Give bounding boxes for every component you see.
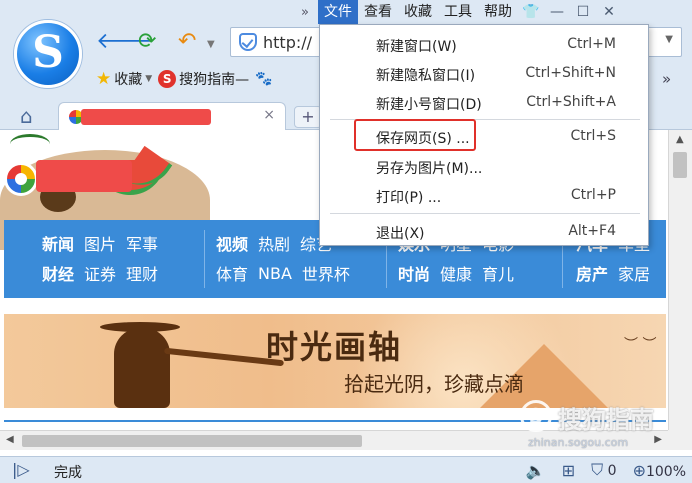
site-logo[interactable] (4, 162, 38, 196)
sogou-browser-logo[interactable]: S (14, 20, 82, 88)
menu-bar: » 文件 查看 收藏 工具 帮助 👕 — ☐ ✕ (292, 0, 622, 24)
home-icon[interactable]: ⌂ (20, 104, 33, 128)
save-page-highlight (354, 119, 476, 151)
site-name-redacted (36, 160, 132, 192)
bookmark-favorites[interactable]: ★ 收藏 ▼ (96, 69, 152, 89)
menu-help[interactable]: 帮助 (478, 0, 518, 24)
tab-title-redacted (81, 109, 211, 125)
menu-item-new-window[interactable]: 新建窗口(W) Ctrl+M (320, 31, 650, 57)
banner-subtitle: 拾起光阴，珍藏点滴 (344, 372, 524, 396)
file-menu-dropdown: 新建窗口(W) Ctrl+M 新建隐私窗口(I) Ctrl+Shift+N 新建… (319, 24, 649, 246)
sidebar-toggle-icon[interactable]: |▷ (12, 460, 30, 479)
person-silhouette (114, 328, 170, 408)
menu-separator (330, 213, 640, 214)
menu-item-print[interactable]: 打印(P) ... Ctrl+P (320, 182, 650, 208)
menu-overflow-icon[interactable]: » (292, 5, 318, 20)
nav-link[interactable]: 时尚 (398, 261, 430, 285)
sound-icon[interactable]: 🔈 (526, 461, 546, 480)
nav-link[interactable]: 军事 (126, 231, 158, 255)
menu-item-save-as-image[interactable]: 另存为图片(M)... (320, 153, 650, 179)
watermark-url: zhinan.sogou.com (528, 436, 629, 449)
shield-icon: ⛉ (591, 460, 604, 479)
bookmark-baidu[interactable]: 🐾 (255, 71, 272, 87)
close-button[interactable]: ✕ (596, 0, 622, 24)
bookmark-sogou-guide[interactable]: S 搜狗指南— (158, 69, 249, 89)
nav-link[interactable]: 视频 (216, 231, 248, 255)
watermark-logo: S (520, 400, 552, 432)
vertical-scrollbar[interactable]: ▲ (668, 130, 692, 430)
tab-active[interactable]: × (58, 102, 286, 130)
caret-down-icon: ▼ (145, 74, 153, 84)
undo-dropdown-icon[interactable]: ▼ (207, 33, 215, 57)
new-tab-button[interactable]: + (294, 106, 322, 128)
nav-link[interactable]: 图片 (84, 231, 116, 255)
menu-item-new-alt-window[interactable]: 新建小号窗口(D) Ctrl+Shift+A (320, 89, 650, 115)
status-text: 完成 (54, 465, 82, 481)
birds-icon: ︶ ︶ (624, 337, 657, 353)
zoom-control[interactable]: ⊕100% (633, 461, 686, 480)
menu-file[interactable]: 文件 (318, 0, 358, 24)
skin-icon[interactable]: 👕 (518, 0, 544, 24)
tab-close-icon[interactable]: × (263, 107, 275, 123)
address-dropdown-icon[interactable]: ▼ (665, 34, 673, 45)
sogou-icon: S (158, 70, 177, 88)
zoom-in-icon: ⊕ (632, 460, 646, 480)
nav-link[interactable]: 房产 (576, 261, 608, 285)
banner-title: 时光画轴 (266, 328, 403, 366)
leaf-decoration (10, 134, 50, 154)
nav-group-news: 新闻 图片 军事 财经 证券 理财 (42, 228, 158, 288)
nav-link[interactable]: 新闻 (42, 231, 74, 255)
scroll-left-icon[interactable]: ◀ (6, 434, 14, 445)
vertical-scroll-thumb[interactable] (673, 152, 687, 178)
maximize-button[interactable]: ☐ (570, 0, 596, 24)
sogou-guide-watermark: S 搜狗指南 zhinan.sogou.com (520, 394, 670, 449)
nav-link[interactable]: 家居 (618, 261, 650, 285)
toolbox-icon[interactable]: ⊞ (562, 461, 575, 480)
menu-tools[interactable]: 工具 (438, 0, 478, 24)
menu-favorites[interactable]: 收藏 (398, 0, 438, 24)
watermark-text: 搜狗指南 (558, 406, 654, 434)
status-tools: 🔈 ⊞ ⛉ 0 ⊕100% (526, 460, 686, 480)
nav-link[interactable]: 育儿 (482, 261, 514, 285)
bookmarks-bar: ★ 收藏 ▼ S 搜狗指南— 🐾 (96, 66, 273, 92)
nav-link[interactable]: NBA (258, 264, 292, 283)
ad-block-counter[interactable]: ⛉ 0 (591, 460, 616, 480)
paw-icon: 🐾 (255, 71, 273, 87)
nav-link[interactable]: 理财 (126, 261, 158, 285)
status-bar: |▷ 完成 🔈 ⊞ ⛉ 0 ⊕100% (0, 456, 692, 483)
horizontal-scroll-thumb[interactable] (22, 435, 362, 447)
scroll-up-icon[interactable]: ▲ (676, 134, 684, 145)
bookmarks-overflow-icon[interactable]: » (662, 70, 671, 88)
scrollbar-corner (668, 430, 692, 450)
nav-link[interactable]: 世界杯 (302, 261, 350, 285)
security-shield-icon[interactable] (239, 33, 257, 51)
undo-icon[interactable]: ↶ (178, 30, 196, 54)
nav-link[interactable]: 财经 (42, 261, 74, 285)
refresh-icon[interactable]: ⟳ (138, 30, 156, 54)
menu-item-new-private-window[interactable]: 新建隐私窗口(I) Ctrl+Shift+N (320, 60, 650, 86)
minimize-button[interactable]: — (544, 0, 570, 24)
nav-link[interactable]: 体育 (216, 261, 248, 285)
star-icon: ★ (96, 69, 112, 89)
nav-link[interactable]: 证券 (84, 261, 116, 285)
menu-view[interactable]: 查看 (358, 0, 398, 24)
nav-link[interactable]: 健康 (440, 261, 472, 285)
nav-link[interactable]: 热剧 (258, 231, 290, 255)
nav-divider (204, 230, 205, 288)
menu-item-exit[interactable]: 退出(X) Alt+F4 (320, 218, 650, 244)
